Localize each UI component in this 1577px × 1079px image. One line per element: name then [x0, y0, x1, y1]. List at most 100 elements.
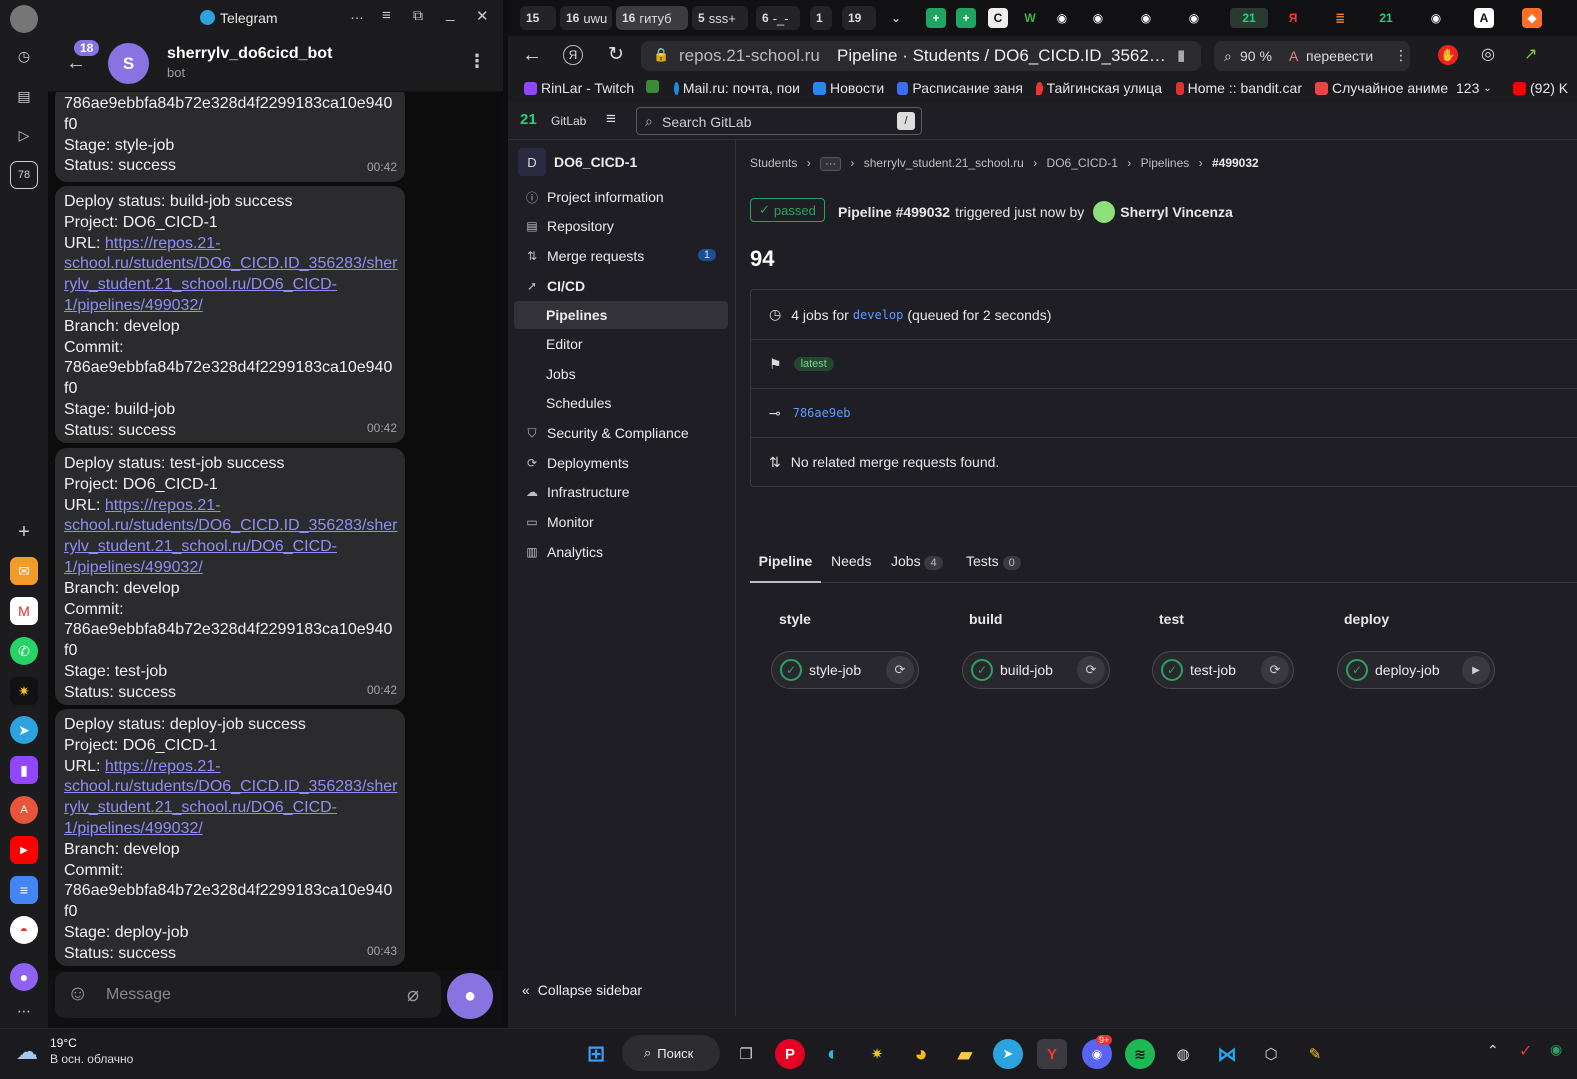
- brand-name[interactable]: GitLab: [551, 114, 586, 128]
- pipeline-link[interactable]: school.ru/students/DO6_CICD.ID_356283/sh…: [64, 516, 398, 537]
- reload-icon[interactable]: ↻: [608, 43, 624, 66]
- bookmark-item[interactable]: RinLar - Twitch: [524, 80, 634, 96]
- sheets-tab-icon[interactable]: +: [926, 8, 946, 28]
- message-bubble[interactable]: Deploy status: test-job success Project:…: [55, 448, 405, 705]
- close-icon[interactable]: ✕: [476, 7, 489, 25]
- kebab-menu-icon[interactable]: ⋮: [1394, 47, 1408, 64]
- telegram-rail-icon[interactable]: ➤: [10, 716, 38, 744]
- chat-name[interactable]: sherrylv_do6cicd_bot: [167, 45, 332, 63]
- pipeline-link[interactable]: 1/pipelines/499032/: [64, 558, 203, 579]
- bookmark-item[interactable]: (92) K: [1513, 80, 1568, 96]
- telegram-icon[interactable]: ➤: [993, 1039, 1023, 1069]
- attach-icon[interactable]: ⌀: [407, 982, 419, 1007]
- antivirus-tray-icon[interactable]: ✓: [1519, 1041, 1532, 1061]
- github-icon[interactable]: ◉: [1426, 8, 1446, 28]
- minimize-icon[interactable]: _: [446, 5, 454, 22]
- edge-icon[interactable]: ◐: [818, 1039, 848, 1069]
- chevron-up-icon[interactable]: ⌃: [1487, 1042, 1499, 1059]
- tab-group[interactable]: 16 гитуб: [616, 6, 688, 30]
- github-icon[interactable]: ◉: [1088, 8, 1108, 28]
- code-tab-icon[interactable]: C: [988, 8, 1008, 28]
- pinterest-icon[interactable]: P: [775, 1039, 805, 1069]
- counter-badge[interactable]: 78: [10, 161, 38, 189]
- chevron-down-icon[interactable]: ⌄: [886, 8, 906, 28]
- yandex-browser-icon[interactable]: Y: [1037, 1039, 1067, 1069]
- steam-icon[interactable]: ◍: [1168, 1039, 1198, 1069]
- nav-project-information[interactable]: ⓘ Project information: [514, 183, 728, 211]
- retry-button[interactable]: ⟳: [1077, 656, 1105, 684]
- virtualbox-icon[interactable]: ⬡: [1256, 1039, 1286, 1069]
- tab-group[interactable]: 5 sss+: [692, 6, 748, 30]
- cloud-weather-icon[interactable]: ☁: [16, 1039, 38, 1065]
- bookmark-item[interactable]: Тайгинская улица: [1036, 80, 1162, 96]
- retry-button[interactable]: ⟳: [886, 656, 914, 684]
- nav-analytics[interactable]: ▥ Analytics: [514, 538, 728, 566]
- bookmark-icon[interactable]: ▮: [1177, 46, 1185, 64]
- bookmark-folder[interactable]: 123 ⌄: [1456, 80, 1492, 96]
- taskbar-search[interactable]: ⌕ Поиск: [622, 1035, 720, 1071]
- profile-avatar[interactable]: [10, 5, 38, 33]
- project-avatar[interactable]: D: [518, 148, 546, 176]
- nav-jobs[interactable]: Jobs: [514, 360, 728, 388]
- pipeline-link[interactable]: school.ru/students/DO6_CICD.ID_356283/sh…: [64, 777, 398, 798]
- zoom-level[interactable]: 90 %: [1240, 48, 1272, 64]
- user-avatar[interactable]: [1093, 201, 1116, 223]
- bookmark-item[interactable]: Случайное аниме: [1315, 80, 1448, 96]
- kebab-menu-icon[interactable]: ⋮: [468, 51, 486, 72]
- yandex-home-icon[interactable]: Я: [563, 45, 583, 65]
- folder-icon[interactable]: ▰: [950, 1039, 980, 1069]
- add-icon[interactable]: +: [10, 518, 38, 546]
- voice-record-button[interactable]: ●: [447, 973, 493, 1019]
- gmail-icon[interactable]: M: [10, 597, 38, 625]
- bookmark-item[interactable]: Mail.ru: почта, пои: [674, 80, 800, 96]
- tab-pipeline[interactable]: Pipeline: [750, 540, 821, 583]
- tab-needs[interactable]: Needs: [831, 553, 871, 569]
- tab-group[interactable]: 6 -_-: [756, 6, 800, 30]
- windows-start-icon[interactable]: ⊞: [581, 1039, 611, 1069]
- bookmark-item[interactable]: Новости: [813, 80, 884, 96]
- play-button[interactable]: ▶: [1462, 656, 1490, 684]
- glasses-icon[interactable]: ◎: [1481, 44, 1495, 64]
- emoji-icon[interactable]: ☺: [67, 982, 88, 1006]
- search-box[interactable]: ⌕ Search GitLab /: [636, 107, 922, 135]
- chrome-icon[interactable]: ◕: [906, 1039, 936, 1069]
- youtube-icon[interactable]: ▶: [10, 836, 38, 864]
- github-icon[interactable]: ◉: [1184, 8, 1204, 28]
- nav-repository[interactable]: ▤ Repository: [514, 212, 728, 240]
- job-build[interactable]: ✓ build-job ⟳: [962, 651, 1110, 689]
- sun-app-icon[interactable]: ✷: [862, 1039, 892, 1069]
- app-icon[interactable]: ✎: [1300, 1039, 1330, 1069]
- search-input[interactable]: Search GitLab: [662, 114, 752, 130]
- user-name[interactable]: Sherryl Vincenza: [1120, 204, 1233, 220]
- translate-button[interactable]: перевести: [1306, 48, 1373, 64]
- breadcrumb-more-button[interactable]: ···: [820, 157, 842, 171]
- nav-deployments[interactable]: ⟳ Deployments: [514, 449, 728, 477]
- github-icon[interactable]: ◉: [1136, 8, 1156, 28]
- tab-group[interactable]: 19: [842, 6, 876, 30]
- menu-icon[interactable]: ≡: [382, 7, 391, 24]
- stackoverflow-icon[interactable]: ≣: [1330, 8, 1350, 28]
- tab-group[interactable]: 1: [810, 6, 832, 30]
- bookmark-item[interactable]: Расписание заня: [897, 80, 1023, 96]
- pipeline-link[interactable]: rylv_student.21_school.ru/DO6_CICD-: [64, 275, 396, 296]
- school21-tab-icon[interactable]: 21: [1376, 8, 1396, 28]
- breadcrumb-item[interactable]: sherrylv_student.21_school.ru: [864, 156, 1024, 170]
- docs-icon[interactable]: ≡: [10, 876, 38, 904]
- tab-tests[interactable]: Tests 0: [966, 553, 1021, 570]
- assistant-icon[interactable]: ●: [10, 963, 38, 991]
- hamburger-menu-icon[interactable]: ≡: [606, 109, 616, 129]
- pipeline-link[interactable]: https://repos.21-: [105, 758, 221, 775]
- branch-link[interactable]: develop: [853, 308, 904, 322]
- twitch-icon[interactable]: ▮: [10, 756, 38, 784]
- breadcrumb-item[interactable]: Pipelines: [1141, 156, 1190, 170]
- tray-icon[interactable]: ◉: [1550, 1041, 1562, 1058]
- back-icon[interactable]: ←: [522, 44, 542, 67]
- more-icon[interactable]: ⋯: [10, 997, 38, 1025]
- breadcrumb-item[interactable]: Students: [750, 156, 797, 170]
- job-deploy[interactable]: ✓ deploy-job ▶: [1337, 651, 1495, 689]
- tab-group[interactable]: 16 uwu: [560, 6, 612, 30]
- sun-app-icon[interactable]: ✷: [10, 677, 38, 705]
- job-style[interactable]: ✓ style-job ⟳: [771, 651, 919, 689]
- nav-monitor[interactable]: ▭ Monitor: [514, 508, 728, 536]
- collections-icon[interactable]: ▤: [10, 82, 38, 110]
